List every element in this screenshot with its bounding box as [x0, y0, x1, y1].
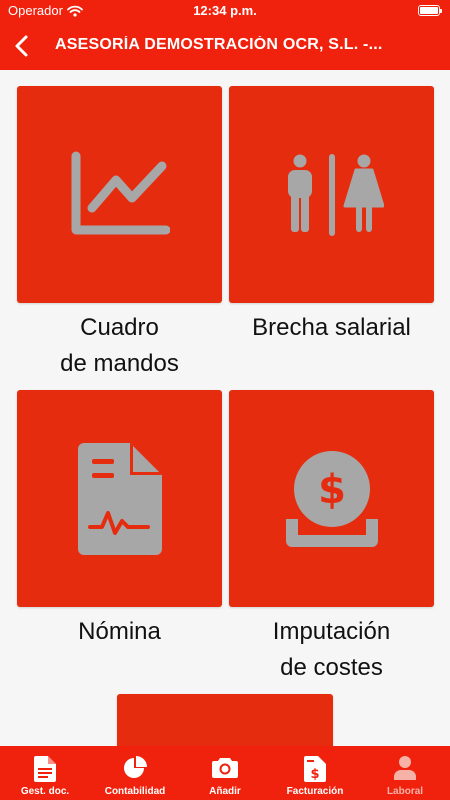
- page-title: ASESORÍA DEMOSTRACIÓN OCR, S.L. -...: [55, 36, 383, 53]
- top-bar: Operador 12:34 p.m. ASESORÍA DEMOSTRACIÓ…: [0, 0, 450, 70]
- cost-allocation-tile[interactable]: $: [229, 390, 434, 607]
- camera-icon: [212, 758, 238, 778]
- payroll-label: Nómina: [78, 618, 161, 645]
- man-woman-icon: [287, 153, 384, 236]
- salary-gap-label: Brecha salarial: [252, 314, 411, 341]
- dashboard-label: Cuadro de mandos: [60, 314, 179, 377]
- dashboard-tile[interactable]: [17, 86, 222, 303]
- tab-anadir[interactable]: Añadir: [180, 746, 270, 800]
- document-icon: [34, 756, 56, 782]
- tab-gest-doc[interactable]: Gest. doc.: [0, 746, 90, 800]
- next-tile-partial[interactable]: [117, 694, 333, 754]
- line-chart-icon: [71, 151, 170, 234]
- tab-bar: Gest. doc. Contabilidad Añadir $ Factura…: [0, 746, 450, 800]
- status-bar: Operador 12:34 p.m.: [0, 0, 450, 22]
- svg-text:$: $: [318, 467, 346, 513]
- battery-icon: [418, 5, 442, 16]
- svg-text:$: $: [310, 767, 319, 782]
- navigation-bar: ASESORÍA DEMOSTRACIÓN OCR, S.L. -...: [0, 28, 450, 64]
- payroll-tile[interactable]: [17, 390, 222, 607]
- salary-gap-tile[interactable]: [229, 86, 434, 303]
- invoice-dollar-icon: $: [304, 756, 326, 782]
- clock: 12:34 p.m.: [193, 3, 257, 18]
- person-icon: [394, 756, 416, 780]
- tab-laboral[interactable]: Laboral: [360, 746, 450, 800]
- payslip-document-icon: [77, 442, 162, 555]
- pie-chart-icon: [124, 756, 147, 778]
- back-chevron-icon[interactable]: [12, 33, 34, 59]
- coin-in-hand-icon: $: [285, 450, 378, 547]
- tab-contabilidad[interactable]: Contabilidad: [90, 746, 180, 800]
- cost-allocation-label: Imputación de costes: [272, 618, 391, 681]
- tab-facturacion[interactable]: $ Facturación: [270, 746, 360, 800]
